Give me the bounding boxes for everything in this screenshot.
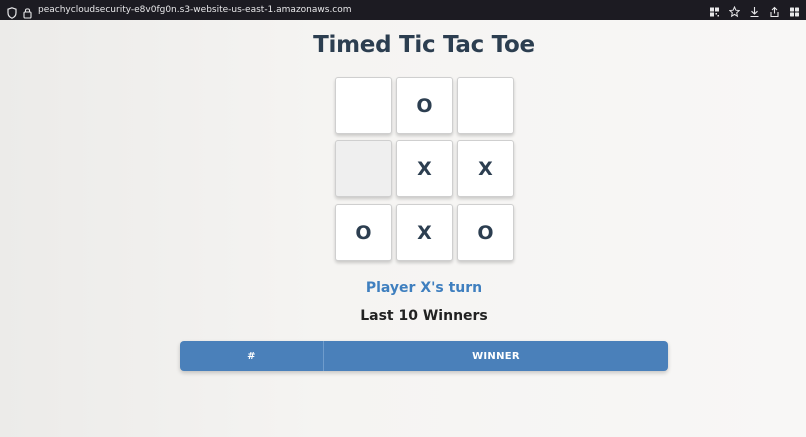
extensions-icon[interactable] <box>789 3 800 17</box>
column-header-number: # <box>180 341 324 371</box>
board-cell-2[interactable]: O <box>396 77 453 134</box>
bookmark-star-icon[interactable] <box>728 3 741 18</box>
board-cell-1[interactable] <box>335 77 392 134</box>
board-cell-5[interactable]: X <box>396 140 453 197</box>
game-board: O X X O X O <box>335 77 517 263</box>
browser-toolbar: peachycloudsecurity-e8v0fg0n.s3-website-… <box>0 0 806 20</box>
address-bar-url[interactable]: peachycloudsecurity-e8v0fg0n.s3-website-… <box>38 3 352 17</box>
qr-code-icon[interactable] <box>709 3 720 17</box>
lock-icon[interactable] <box>23 4 32 19</box>
winners-table-header: # WINNER <box>180 341 668 371</box>
shield-icon[interactable] <box>7 4 17 19</box>
board-cell-9[interactable]: O <box>457 204 514 261</box>
winners-heading: Last 10 Winners <box>360 308 488 324</box>
turn-status: Player X's turn <box>365 280 483 296</box>
download-icon[interactable] <box>749 3 760 18</box>
board-cell-7[interactable]: O <box>335 204 392 261</box>
browser-actions <box>709 3 800 18</box>
column-header-winner: WINNER <box>472 350 520 362</box>
board-cell-4[interactable] <box>335 140 392 197</box>
share-icon[interactable] <box>769 3 780 18</box>
board-cell-6[interactable]: X <box>457 140 514 197</box>
board-cell-3[interactable] <box>457 77 514 134</box>
board-cell-8[interactable]: X <box>396 204 453 261</box>
page-title: Timed Tic Tac Toe <box>313 32 535 58</box>
